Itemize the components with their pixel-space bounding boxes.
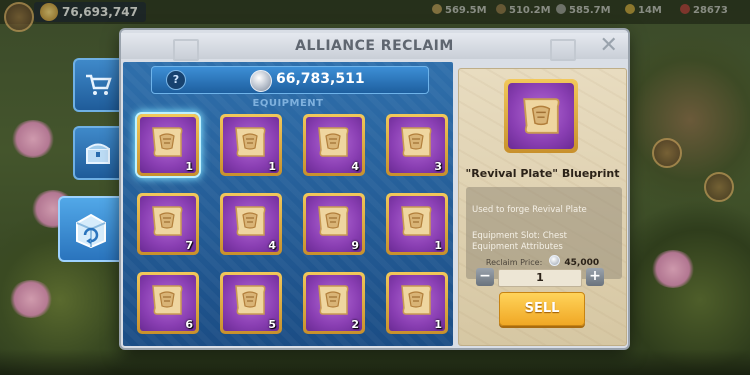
increase-button[interactable]: + bbox=[586, 268, 604, 286]
power-value: 76,693,747 bbox=[62, 5, 138, 19]
quantity-input[interactable]: 1 bbox=[498, 269, 582, 287]
silver-coin-icon bbox=[548, 255, 560, 266]
header-ornament bbox=[173, 39, 199, 61]
dialog-header: ALLIANCE RECLAIM ✕ bbox=[121, 33, 628, 61]
tree-decoration bbox=[650, 250, 696, 288]
equipment-slot-item[interactable]: 7 bbox=[137, 193, 199, 255]
item-quantity: 1 bbox=[434, 239, 442, 252]
blueprint-scroll-icon bbox=[523, 98, 560, 134]
quantity-stepper: − 1 + bbox=[476, 268, 604, 287]
equipment-slot-item[interactable]: 5 bbox=[220, 272, 282, 334]
reclaim-price-value: 45,000 bbox=[564, 258, 600, 268]
item-quantity: 3 bbox=[434, 160, 442, 173]
item-quantity: 5 bbox=[268, 318, 276, 331]
blueprint-scroll-icon bbox=[152, 285, 183, 315]
item-quantity: 1 bbox=[434, 318, 442, 331]
equipment-attributes: Equipment Attributes bbox=[472, 242, 563, 252]
avatar[interactable] bbox=[4, 2, 34, 32]
map-building-icon[interactable] bbox=[704, 172, 734, 202]
sell-button[interactable]: SELL bbox=[499, 292, 585, 326]
item-name: "Revival Plate" Blueprint bbox=[465, 167, 620, 180]
item-quantity: 1 bbox=[268, 160, 276, 173]
equipment-slot-item[interactable]: 3 bbox=[386, 114, 448, 176]
currency-balance: 66,783,511 bbox=[276, 71, 365, 87]
currency-bar: ? 66,783,511 bbox=[151, 66, 429, 94]
alliance-reclaim-dialog: ALLIANCE RECLAIM ✕ ? 66,783,511 EQUIPMEN… bbox=[121, 30, 628, 348]
item-description: Used to forge Revival Plate bbox=[472, 205, 587, 215]
bottom-bar bbox=[0, 349, 750, 375]
blueprint-scroll-icon bbox=[401, 285, 432, 315]
blueprint-scroll-icon bbox=[152, 206, 183, 236]
resource-food[interactable]: 569.5M bbox=[432, 4, 487, 16]
equipment-slot-item[interactable]: 1 bbox=[386, 272, 448, 334]
close-icon[interactable]: ✕ bbox=[598, 35, 620, 57]
tab-reclaim[interactable] bbox=[58, 196, 122, 262]
equipment-slot-item[interactable]: 1 bbox=[220, 114, 282, 176]
resource-stone[interactable]: 585.7M bbox=[556, 4, 611, 16]
top-resource-bar: 76,693,747 569.5M 510.2M 585.7M 14M 2867… bbox=[0, 0, 750, 24]
power-icon bbox=[40, 3, 58, 21]
equipment-slot: Equipment Slot: Chest bbox=[472, 231, 568, 241]
blueprint-scroll-icon bbox=[318, 285, 349, 315]
recycle-box-icon bbox=[76, 213, 106, 249]
resource-gold[interactable]: 14M bbox=[625, 4, 662, 16]
header-ornament bbox=[550, 39, 576, 61]
reclaim-price-label: Reclaim Price: bbox=[485, 258, 543, 267]
item-quantity: 4 bbox=[351, 160, 359, 173]
resource-wood[interactable]: 510.2M bbox=[496, 4, 551, 16]
map-building-icon[interactable] bbox=[652, 138, 682, 168]
item-detail-panel: "Revival Plate" Blueprint Used to forge … bbox=[458, 68, 627, 346]
dialog-title: ALLIANCE RECLAIM bbox=[295, 38, 454, 54]
equipment-list-panel: ? 66,783,511 EQUIPMENT 1 1 4 3 7 4 9 1 6 5 2 1 bbox=[123, 62, 453, 346]
item-quantity: 9 bbox=[351, 239, 359, 252]
equipment-slot-item[interactable]: 9 bbox=[303, 193, 365, 255]
item-quantity: 1 bbox=[185, 160, 193, 173]
tree-decoration bbox=[8, 280, 54, 318]
equipment-slot-item[interactable]: 4 bbox=[303, 114, 365, 176]
item-quantity: 2 bbox=[351, 318, 359, 331]
blueprint-scroll-icon bbox=[318, 127, 349, 157]
blueprint-scroll-icon bbox=[401, 127, 432, 157]
equipment-slot-item[interactable]: 4 bbox=[220, 193, 282, 255]
tab-storage[interactable] bbox=[73, 126, 121, 180]
blueprint-scroll-icon bbox=[401, 206, 432, 236]
section-label: EQUIPMENT bbox=[252, 98, 324, 109]
equipment-slot-item[interactable]: 1 bbox=[386, 193, 448, 255]
item-quantity: 4 bbox=[268, 239, 276, 252]
blueprint-scroll-icon bbox=[235, 285, 266, 315]
chest-icon bbox=[86, 143, 110, 164]
equipment-slot-item[interactable]: 2 bbox=[303, 272, 365, 334]
decrease-button[interactable]: − bbox=[476, 268, 494, 286]
blueprint-scroll-icon bbox=[318, 206, 349, 236]
equipment-slot-item[interactable]: 6 bbox=[137, 272, 199, 334]
tab-shop[interactable] bbox=[73, 58, 121, 112]
silver-coin-icon bbox=[250, 70, 272, 92]
equipment-slot-item[interactable]: 1 bbox=[137, 114, 199, 176]
cart-icon bbox=[86, 74, 112, 95]
blueprint-scroll-icon bbox=[235, 127, 266, 157]
item-quantity: 7 bbox=[185, 239, 193, 252]
reclaim-price: Reclaim Price: 45,000 bbox=[459, 255, 626, 268]
blueprint-scroll-icon bbox=[235, 206, 266, 236]
resource-gems[interactable]: 28673 bbox=[680, 4, 728, 16]
power-display[interactable]: 76,693,747 bbox=[34, 2, 146, 22]
blueprint-scroll-icon bbox=[152, 127, 183, 157]
item-quantity: 6 bbox=[185, 318, 193, 331]
selected-item-preview bbox=[504, 79, 578, 153]
help-button[interactable]: ? bbox=[166, 70, 186, 90]
tree-decoration bbox=[10, 120, 56, 158]
